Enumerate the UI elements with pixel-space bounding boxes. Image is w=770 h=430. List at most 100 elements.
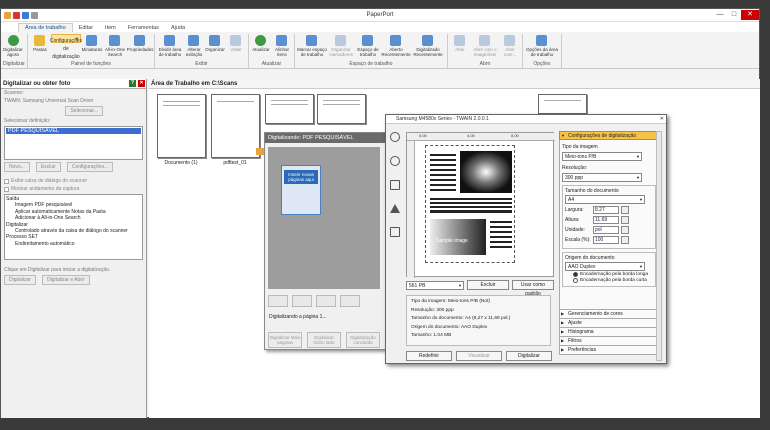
close-icon[interactable]: ✕	[660, 115, 664, 124]
zoom-in-icon[interactable]	[390, 132, 400, 142]
reset-button[interactable]: Redefinir	[406, 351, 452, 361]
twain-dialog: Samsung M4580x Series - TWAIN 2.0.0.1 ✕ 0…	[385, 114, 667, 364]
width-spinner[interactable]	[621, 206, 629, 214]
scan-settings-button[interactable]: Configurações de digitalização	[50, 34, 82, 60]
close-panel-icon[interactable]: ✕	[138, 80, 145, 87]
page-controls	[268, 295, 360, 307]
open-imageview-button[interactable]: Abrir com o ImageView	[471, 34, 499, 61]
origin-select[interactable]: AAO Duplex	[565, 262, 645, 271]
delete-setting-button[interactable]: Excluir	[35, 162, 61, 172]
rotate-icon[interactable]	[390, 227, 400, 237]
section-preferences[interactable]: Preferências	[559, 346, 659, 355]
open-icon	[454, 35, 466, 46]
scan-more-pages-button[interactable]: Digitalizar Mais páginas	[268, 332, 302, 348]
size-select[interactable]: 561 PB	[406, 280, 464, 290]
open-button[interactable]: Abrir	[450, 34, 470, 61]
pdftest-thumbnail[interactable]	[211, 94, 265, 158]
document-thumbnail[interactable]	[157, 94, 206, 158]
use-as-default-button[interactable]: Usar como padrão	[512, 280, 554, 297]
list-item[interactable]: PDF PESQUISÁVEL	[6, 128, 141, 134]
insert-pages-slot[interactable]: Inserir novas páginas aqui	[281, 165, 321, 215]
tab-area-de-trabalho[interactable]: Área de trabalho	[18, 23, 73, 32]
height-spinner[interactable]	[621, 216, 629, 224]
height-input[interactable]: 11.69	[593, 216, 619, 224]
resolution-select[interactable]: 300 ppp	[562, 173, 642, 182]
group-atualizar: Atualizar Alinhar itens Atualizar	[249, 34, 295, 68]
size-row: 561 PB Excluir Usar como padrão	[406, 280, 554, 297]
scale-spinner[interactable]	[621, 236, 629, 244]
settings-button[interactable]: Configurações...	[66, 162, 114, 172]
scan-button[interactable]: Digitalizar	[4, 275, 36, 285]
scan-now-button[interactable]: Digitalizar agora	[3, 34, 23, 61]
document-size-select[interactable]: A4	[565, 195, 645, 204]
horizontal-ruler: 0,00 4,00 8,00	[407, 133, 555, 141]
open-with-button[interactable]: Abrir com...	[500, 34, 520, 61]
section-color-management[interactable]: Gerenciamento de cores	[559, 310, 659, 319]
unit-select[interactable]: pol	[593, 226, 619, 234]
delete-icon[interactable]	[340, 295, 360, 307]
scan-preview[interactable]: 0,00 4,00 8,00 Sample image	[406, 132, 555, 278]
section-filters[interactable]: Filtros	[559, 337, 659, 346]
arrange-button[interactable]: Organizar	[205, 34, 225, 61]
folders-button[interactable]: Pastas	[30, 34, 50, 61]
recently-scanned-button[interactable]: Digitalizado Recentemente	[411, 34, 445, 61]
organize-bookmarks-button[interactable]: Organizar marcadores	[328, 34, 354, 61]
scan-progress-dialog: Digitalizando: PDF PESQUISÁVEL Inserir n…	[264, 132, 386, 350]
properties-button[interactable]: Propriedades	[127, 34, 153, 61]
scan-other-side-button[interactable]: Digitalizar Outro lado	[307, 332, 341, 348]
thumbnail[interactable]	[538, 94, 587, 114]
scan-start-button[interactable]: Digitalizar	[506, 351, 552, 361]
fit-page-icon[interactable]	[390, 180, 400, 190]
all-in-one-search-button[interactable]: All-in-One Search	[103, 34, 127, 61]
move-up-icon[interactable]	[268, 295, 288, 307]
thumbnails-button[interactable]: Miniaturas	[82, 34, 102, 61]
scan-and-open-button[interactable]: Digitalizar e Abrir	[41, 275, 90, 285]
tab-editar[interactable]: Editar	[73, 24, 99, 32]
scanner-icon	[7, 35, 19, 46]
thumbnail[interactable]	[317, 94, 366, 124]
zoom-out-icon[interactable]	[390, 156, 400, 166]
page-area: Inserir novas páginas aqui	[268, 147, 380, 289]
refresh-button[interactable]: Atualizar	[251, 34, 271, 61]
document-label: Documento (1)	[164, 160, 198, 166]
new-setting-button[interactable]: Novo...	[4, 162, 30, 172]
rotate-icon[interactable]	[316, 295, 336, 307]
workspace-button[interactable]: Espaço de trabalho	[355, 34, 381, 61]
binding-short-radio[interactable]: Encadernação pela borda curta	[573, 278, 653, 283]
help-icon[interactable]: ?	[129, 80, 136, 87]
show-dialog-checkbox[interactable]: Exibir caixa de diálogo do scanner	[1, 177, 146, 185]
section-histogram[interactable]: Histograma	[559, 328, 659, 337]
scan-done-button[interactable]: Digitalização concluída	[346, 332, 380, 348]
show-progress-checkbox[interactable]: Mostrar andamento da captura	[1, 185, 146, 193]
tab-ajuda[interactable]: Ajuda	[165, 24, 191, 32]
panel-scrollbar[interactable]	[656, 131, 662, 361]
width-input[interactable]: 8.27	[593, 206, 619, 214]
binding-long-radio[interactable]: Encadernação pela borda longa	[573, 272, 653, 277]
scale-input[interactable]: 100	[593, 236, 619, 244]
section-adjust[interactable]: Ajuste	[559, 319, 659, 328]
unit-dropdown[interactable]	[621, 226, 629, 234]
select-scanner-button[interactable]: Selecionar...	[65, 106, 103, 116]
exclude-button[interactable]: Excluir	[467, 280, 509, 290]
split-icon	[164, 35, 176, 46]
preview-button[interactable]: Visualizar	[456, 351, 502, 361]
flip-icon[interactable]	[390, 204, 400, 213]
change-view-button[interactable]: Alterar exibição	[184, 34, 204, 61]
mark-workspace-button[interactable]: Marcar espaço de trabalho	[297, 34, 327, 61]
recently-opened-button[interactable]: Aberto Recentemente	[381, 34, 411, 61]
scan-settings-list[interactable]: PDF PESQUISÁVEL	[4, 126, 143, 160]
workspace-options-button[interactable]: Opções da área de trabalho	[525, 34, 559, 61]
bookmarks-icon	[335, 35, 347, 46]
settings-panel-header[interactable]: Configurações de digitalização	[559, 131, 659, 140]
split-workspace-button[interactable]: Dividir área de trabalho	[157, 34, 183, 61]
tab-item[interactable]: Item	[99, 24, 122, 32]
move-down-icon[interactable]	[292, 295, 312, 307]
properties-icon	[134, 35, 146, 46]
thumbnail[interactable]	[265, 94, 314, 124]
refresh-icon	[255, 35, 267, 46]
ribbon: Digitalizar agora Digitalizar Pastas Con…	[1, 32, 759, 69]
image-type-select[interactable]: Meio-tons P/B	[562, 152, 642, 161]
back-button[interactable]: Voltar	[226, 34, 246, 61]
align-items-button[interactable]: Alinhar itens	[272, 34, 292, 61]
tab-ferramentas[interactable]: Ferramentas	[122, 24, 165, 32]
